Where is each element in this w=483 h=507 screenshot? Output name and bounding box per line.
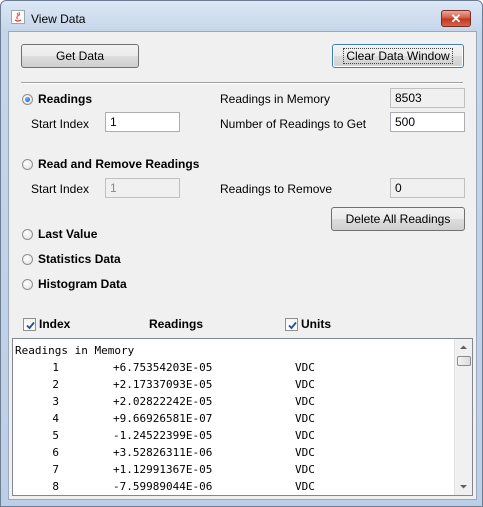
reading-unit: VDC: [295, 463, 315, 476]
window-title: View Data: [31, 12, 86, 26]
remove-start-index-label: Start Index: [31, 182, 90, 196]
histogram-data-radio[interactable]: [22, 279, 33, 290]
index-column-label: Index: [39, 317, 71, 331]
remove-start-index-field: 1: [105, 178, 180, 198]
statistics-data-label: Statistics Data: [38, 252, 121, 266]
readings-label: Readings: [38, 92, 93, 106]
reading-unit: VDC: [295, 378, 315, 391]
reading-unit: VDC: [295, 412, 315, 425]
reading-value: +9.66926581E-07: [113, 412, 213, 425]
readings-to-remove-label: Readings to Remove: [220, 182, 333, 196]
reading-unit: VDC: [295, 395, 315, 408]
reading-index: 2: [52, 378, 59, 391]
clear-data-window-button[interactable]: Clear Data Window: [332, 44, 464, 68]
reading-index: 8: [52, 480, 59, 493]
start-index-label: Start Index: [31, 117, 90, 131]
units-column-label: Units: [301, 317, 331, 331]
read-remove-label: Read and Remove Readings: [38, 157, 200, 171]
reading-index: 4: [52, 412, 59, 425]
readings-in-memory-label: Readings in Memory: [220, 92, 331, 106]
output-header: Readings in Memory: [15, 344, 135, 357]
reading-value: +3.52826311E-06: [113, 446, 213, 459]
start-index-field[interactable]: 1: [105, 112, 180, 132]
histogram-data-label: Histogram Data: [38, 277, 127, 291]
reading-unit: VDC: [295, 480, 315, 493]
number-of-readings-label: Number of Readings to Get: [220, 117, 367, 131]
delete-all-readings-button[interactable]: Delete All Readings: [331, 207, 465, 231]
reading-value: -7.59989044E-06: [113, 480, 213, 493]
reading-value: +2.02822242E-05: [113, 395, 213, 408]
get-data-button[interactable]: Get Data: [21, 44, 139, 68]
reading-unit: VDC: [295, 429, 315, 442]
readings-column-label: Readings: [149, 317, 204, 331]
reading-index: 7: [52, 463, 59, 476]
reading-index: 5: [52, 429, 59, 442]
scroll-up-icon[interactable]: [455, 339, 472, 356]
last-value-label: Last Value: [38, 227, 98, 241]
read-remove-radio[interactable]: [22, 159, 33, 170]
reading-value: +6.75354203E-05: [113, 361, 213, 374]
readings-radio[interactable]: [22, 94, 33, 105]
reading-index: 6: [52, 446, 59, 459]
vertical-scrollbar[interactable]: [454, 339, 472, 495]
statistics-data-radio[interactable]: [22, 254, 33, 265]
scrollbar-thumb[interactable]: [457, 356, 471, 366]
java-app-icon: [11, 10, 25, 24]
reading-unit: VDC: [295, 361, 315, 374]
client-area: Get Data Clear Data Window Readings Read…: [8, 31, 477, 500]
separator: [21, 82, 463, 84]
title-bar[interactable]: View Data ✕: [1, 1, 482, 35]
readings-in-memory-field: 8503: [390, 88, 465, 108]
checkmark-icon: [288, 321, 297, 330]
reading-unit: VDC: [295, 446, 315, 459]
view-data-window: View Data ✕ Get Data Clear Data Window R…: [0, 0, 483, 507]
reading-value: -1.24522399E-05: [113, 429, 213, 442]
reading-value: +1.12991367E-05: [113, 463, 213, 476]
units-checkbox[interactable]: [285, 318, 298, 331]
scroll-down-icon[interactable]: [455, 478, 472, 495]
reading-value: +2.17337093E-05: [113, 378, 213, 391]
last-value-radio[interactable]: [22, 229, 33, 240]
close-icon: ✕: [450, 11, 462, 26]
number-of-readings-field[interactable]: 500: [390, 112, 465, 132]
checkmark-icon: [26, 321, 35, 330]
readings-to-remove-field: 0: [390, 178, 465, 198]
index-checkbox[interactable]: [23, 318, 36, 331]
reading-index: 3: [52, 395, 59, 408]
reading-index: 1: [52, 361, 59, 374]
data-output-area[interactable]: Readings in Memory 1 +6.75354203E-05 VDC 2 +…: [12, 338, 473, 496]
close-button[interactable]: ✕: [441, 10, 471, 27]
